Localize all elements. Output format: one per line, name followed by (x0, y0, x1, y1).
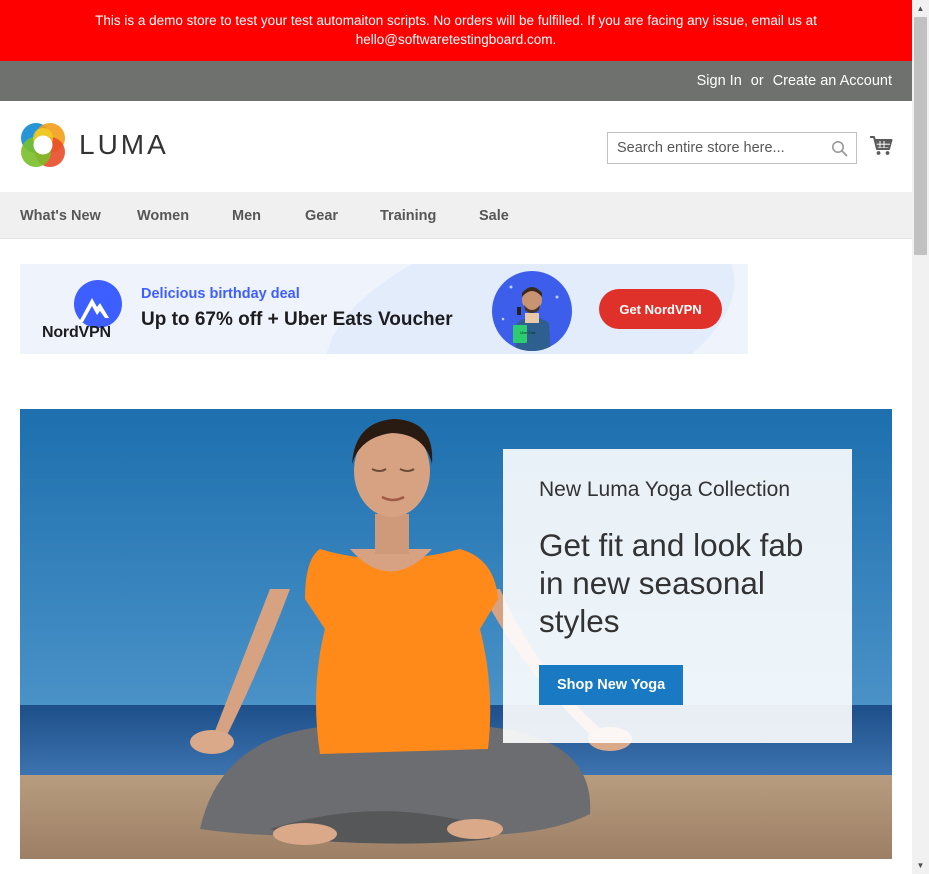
scroll-down-arrow-icon[interactable]: ▼ (912, 857, 929, 874)
logo-wordmark: LUMA (79, 129, 169, 160)
nav-item-gear[interactable]: Gear (305, 208, 380, 224)
sign-in-link[interactable]: Sign In (697, 73, 742, 89)
create-account-link[interactable]: Create an Account (773, 73, 892, 89)
luma-logo[interactable]: LUMA (20, 122, 169, 168)
or-separator: or (750, 73, 764, 89)
nordvpn-brand-text: NordVPN (42, 324, 111, 341)
hero-title-line: styles (539, 603, 620, 639)
demo-notice-line1: This is a demo store to test your test a… (95, 13, 817, 28)
main-navigation: What's New Women Men Gear Training Sale (0, 192, 912, 239)
scroll-up-arrow-icon[interactable]: ▲ (912, 0, 929, 17)
ad-kicker: Delicious birthday deal (141, 286, 300, 302)
nav-item-whats-new[interactable]: What's New (20, 208, 137, 224)
ad-headline: Up to 67% off + Uber Eats Voucher (141, 309, 453, 330)
get-nordvpn-button[interactable]: Get NordVPN (599, 289, 722, 329)
search-box (607, 132, 857, 164)
demo-notice-banner: This is a demo store to test your test a… (0, 0, 912, 61)
shopping-cart-icon[interactable] (869, 134, 893, 158)
hero-banner[interactable]: New Luma Yoga Collection Get fit and loo… (20, 409, 892, 859)
hero-title-line: in new seasonal (539, 565, 765, 601)
hero-promo-card: New Luma Yoga Collection Get fit and loo… (503, 449, 852, 743)
search-icon[interactable] (831, 140, 848, 157)
page-scrollbar[interactable]: ▲ ▼ (912, 0, 929, 874)
shop-new-yoga-button[interactable]: Shop New Yoga (539, 665, 684, 705)
nav-item-sale[interactable]: Sale (479, 208, 539, 224)
header-links: Sign In or Create an Account (697, 61, 892, 101)
demo-notice-email: hello@softwaretestingboard.com. (355, 32, 557, 47)
hero-kicker: New Luma Yoga Collection (539, 478, 790, 501)
luma-logo-icon (21, 123, 65, 167)
search-input[interactable] (608, 133, 818, 163)
nav-item-women[interactable]: Women (137, 208, 232, 224)
hero-title: Get fit and look fab in new seasonal sty… (539, 526, 816, 640)
ad-bag-label: Uber Eats (520, 331, 536, 335)
hero-title-line: Get fit and look fab (539, 527, 804, 563)
page-viewport: This is a demo store to test your test a… (0, 0, 912, 874)
ad-person-image: Uber Eats (492, 271, 572, 351)
nordvpn-ad-banner[interactable]: NordVPN Delicious birthday deal Up to 67… (20, 264, 748, 354)
nav-item-men[interactable]: Men (232, 208, 305, 224)
header-panel: Sign In or Create an Account (0, 61, 912, 101)
nav-item-training[interactable]: Training (380, 208, 479, 224)
scrollbar-thumb[interactable] (914, 17, 927, 255)
